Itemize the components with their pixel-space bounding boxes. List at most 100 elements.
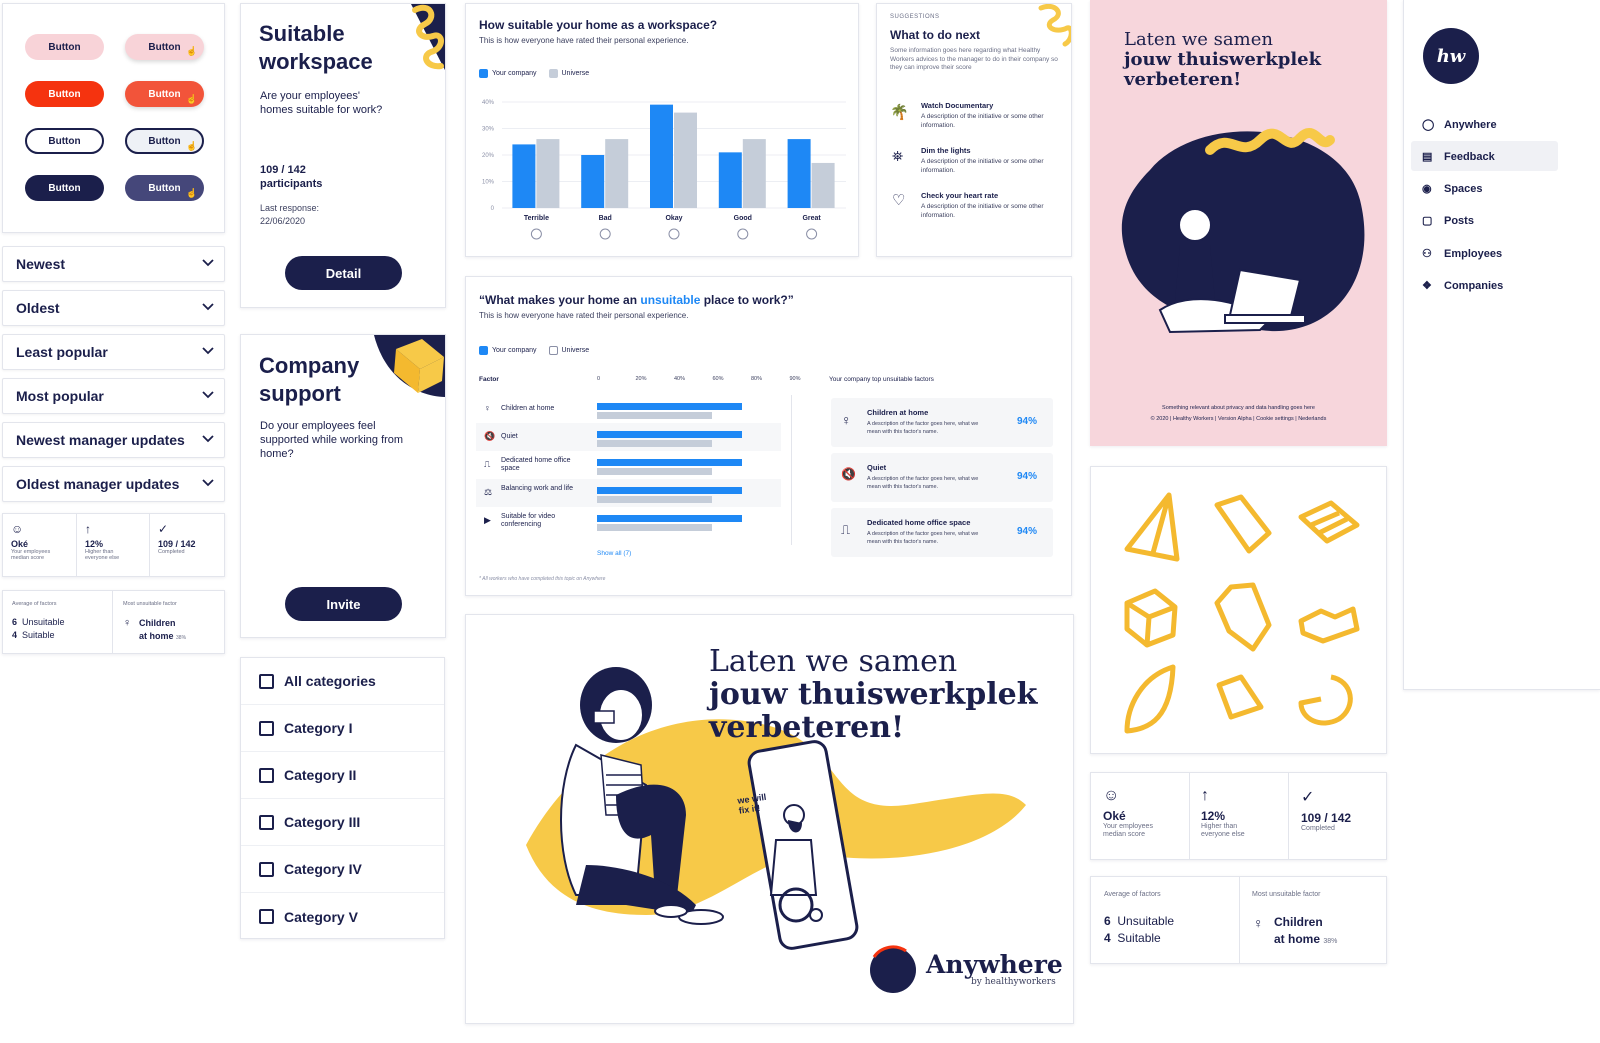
x-tick-label: Okay [665, 215, 682, 222]
category-4[interactable]: Category IV [241, 846, 444, 893]
pyramid-icon [1124, 492, 1180, 562]
logo[interactable]: hw [1423, 28, 1479, 84]
button-pink-default[interactable]: Button [25, 34, 104, 60]
checkbox-icon[interactable] [259, 814, 274, 830]
sort-oldest-manager-updates[interactable]: Oldest manager updates [2, 466, 225, 502]
category-1[interactable]: Category I [241, 705, 444, 752]
sort-least-popular[interactable]: Least popular [2, 334, 225, 370]
factor-row[interactable]: ♀ Children at home [476, 395, 781, 423]
check-circle-icon: ✓ [158, 522, 169, 536]
top-factor-card[interactable]: ♀ Children at home A description of the … [831, 398, 1053, 447]
checkbox-empty-icon[interactable] [548, 346, 558, 355]
y-tick-label: 20% [482, 153, 495, 159]
factor-row[interactable]: ⎍ Dedicated home office space [476, 451, 781, 479]
category-5[interactable]: Category V [241, 893, 444, 938]
x-tick-label: Terrible [524, 215, 549, 222]
top-factor-card[interactable]: ⎍ Dedicated home office space A descript… [831, 508, 1053, 557]
unsuitable-factors-card: “What makes your home an unsuitable plac… [465, 276, 1072, 596]
chart-subtitle: This is how everyone have rated their pe… [479, 36, 689, 45]
checkbox-checked-icon[interactable] [479, 346, 488, 355]
office-chair-icon: ⎍ [484, 459, 491, 469]
sort-oldest[interactable]: Oldest [2, 290, 225, 326]
stat-value: 12% [1201, 809, 1226, 823]
unsuitable-count-row: 6 Unsuitable [1104, 914, 1175, 928]
location-pin-icon: ◉ [1422, 183, 1432, 195]
button-outline-default[interactable]: Button [25, 128, 104, 154]
cube-grid-icon [1298, 500, 1360, 544]
face-icon [599, 228, 611, 240]
top-factor-desc: A description of the factor goes here, w… [867, 531, 979, 545]
chart-title: How suitable your home as a workspace? [479, 18, 718, 32]
cursor-icon: ☝ [186, 141, 198, 151]
checkbox-icon[interactable] [259, 909, 274, 924]
stat-desc: Your employees median score [11, 549, 51, 561]
bar [742, 139, 766, 208]
bar [650, 104, 673, 208]
x-tick-label: Bad [599, 215, 612, 222]
nav-item-feedback[interactable]: ▤ Feedback [1422, 150, 1495, 164]
detail-button[interactable]: Detail [285, 256, 402, 290]
most-unsuitable-label: Most unsuitable factor [1252, 891, 1321, 898]
top-factor-pct: 94% [1017, 526, 1038, 537]
factor-label: Dedicated home office space [501, 457, 571, 472]
sort-most-popular[interactable]: Most popular [2, 378, 225, 414]
button-red-default[interactable]: Button [25, 81, 104, 107]
office-chair-icon: ⎍ [841, 522, 851, 537]
top-factor-desc: A description of the factor goes here, w… [867, 421, 979, 435]
top-factor-card[interactable]: 🔇 Quiet A description of the factor goes… [831, 453, 1053, 502]
most-unsuitable-value2: at home 38% [139, 631, 187, 641]
slab-icon [1216, 674, 1264, 720]
factor-row[interactable]: 🔇 Quiet [476, 423, 781, 451]
stats-card-large: ☺ Oké Your employees median score ↑ 12% … [1090, 772, 1387, 860]
category-all[interactable]: All categories [241, 658, 444, 705]
checkbox-icon[interactable] [259, 767, 274, 783]
nav-item-spaces[interactable]: ◉ Spaces [1422, 182, 1483, 196]
axis-tick: 40% [674, 376, 686, 382]
checkbox-icon[interactable] [259, 720, 274, 736]
steps-icon [1298, 606, 1360, 644]
factor-bar-universe [597, 468, 713, 475]
checkbox-checked-icon[interactable] [548, 69, 558, 78]
legend: Your company Universe [479, 69, 589, 78]
unsuitable-count-row: 6 Unsuitable [12, 617, 65, 627]
suitability-bar-chart-card: How suitable your home as a workspace? T… [465, 3, 859, 257]
factor-row[interactable]: ▶ Suitable for video conferencing [476, 507, 781, 535]
checkbox-icon[interactable] [259, 861, 274, 877]
sort-label: Newest manager updates [16, 432, 185, 448]
button-navy-default[interactable]: Button [25, 175, 104, 201]
pink-footer[interactable]: © 2020 | Healthy Workers | Version Alpha… [1090, 416, 1387, 422]
nav-item-employees[interactable]: ⚇ Employees [1422, 247, 1502, 261]
sort-label: Most popular [16, 388, 104, 404]
category-3[interactable]: Category III [241, 799, 444, 846]
legend: Your company Universe [479, 346, 589, 355]
stat-median: ☺ Oké Your employees median score [11, 522, 77, 561]
bar [581, 155, 605, 208]
suggestions-title: What to do next [890, 28, 980, 42]
y-tick-label: 0 [491, 206, 495, 212]
pink-onboarding-card: Laten we samen jouw thuiswerkplek verbet… [1090, 0, 1387, 446]
nav-item-companies[interactable]: ❖ Companies [1422, 279, 1503, 293]
factor-row[interactable]: ⚖ Balancing work and life [476, 479, 781, 507]
stat-desc: Completed [158, 549, 185, 555]
sort-newest[interactable]: Newest [2, 246, 225, 282]
top-factor-title: Dedicated home office space [867, 518, 971, 527]
chevron-down-icon [202, 435, 214, 443]
cursor-icon: ☝ [186, 46, 198, 56]
suggestion-title: Watch Documentary [921, 101, 994, 110]
nav-item-anywhere[interactable]: ◯ Anywhere [1422, 118, 1497, 132]
invite-button[interactable]: Invite [285, 587, 402, 621]
stat-median: ☺ Oké Your employees median score [1103, 787, 1193, 839]
suitable-count-row: 4 Suitable [1104, 931, 1161, 945]
sort-newest-manager-updates[interactable]: Newest manager updates [2, 422, 225, 458]
stat-value: Oké [1103, 809, 1126, 823]
legend-universe: Universe [561, 70, 590, 77]
show-all-link[interactable]: Show all (7) [597, 550, 631, 557]
stat-desc: Your employees median score [1103, 823, 1153, 838]
most-unsuitable-value: Children [1274, 915, 1323, 929]
palm-tree-icon: 🌴 [890, 104, 909, 121]
nav-item-posts[interactable]: ▢ Posts [1422, 214, 1474, 228]
category-2[interactable]: Category II [241, 752, 444, 799]
checkbox-checked-icon[interactable] [479, 69, 488, 78]
checkbox-icon[interactable] [259, 673, 274, 689]
factors-avg-label: Average of factors [1104, 891, 1161, 898]
